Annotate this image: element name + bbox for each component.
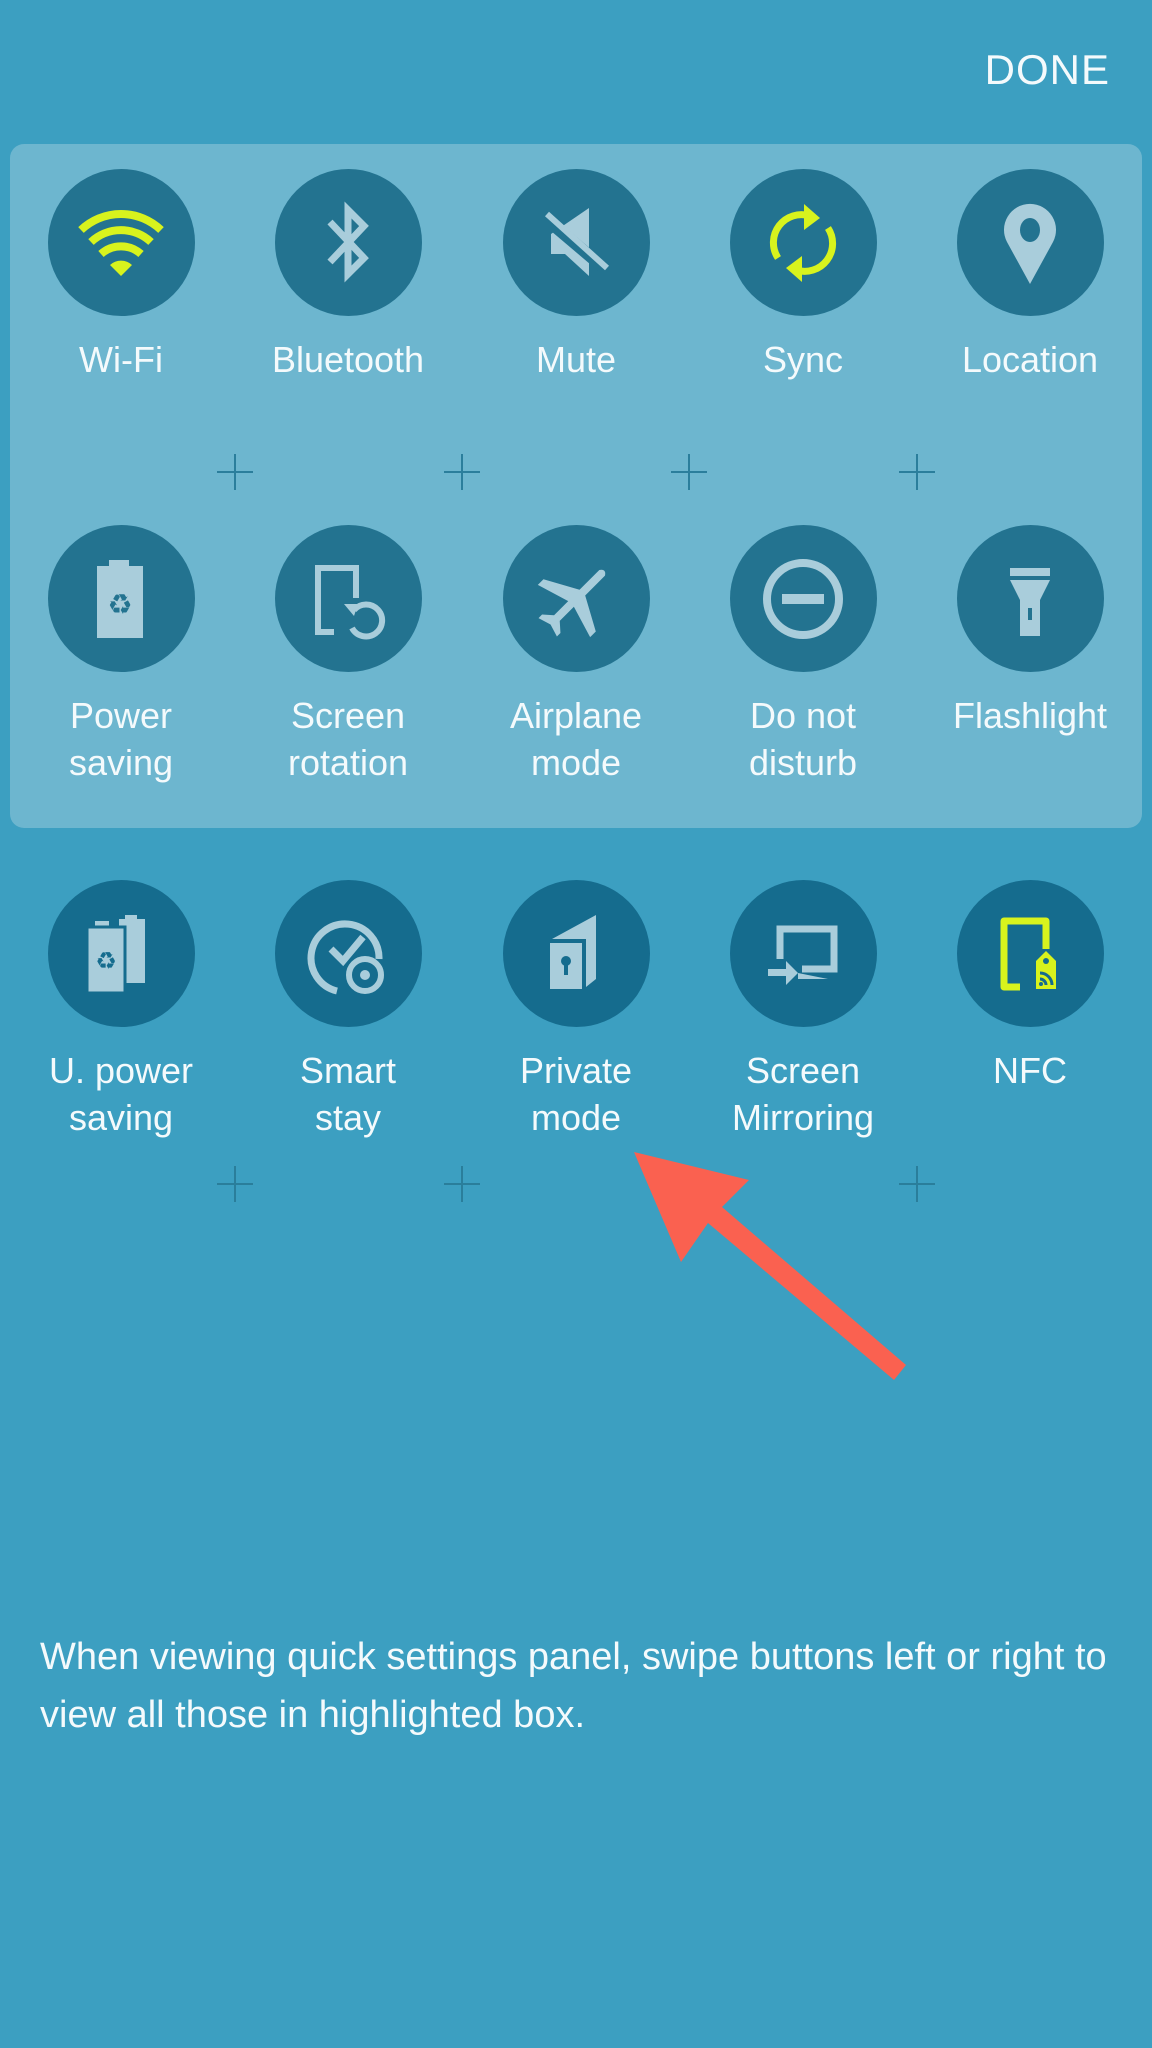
hint-text: When viewing quick settings panel, swipe… bbox=[40, 1636, 1107, 1736]
